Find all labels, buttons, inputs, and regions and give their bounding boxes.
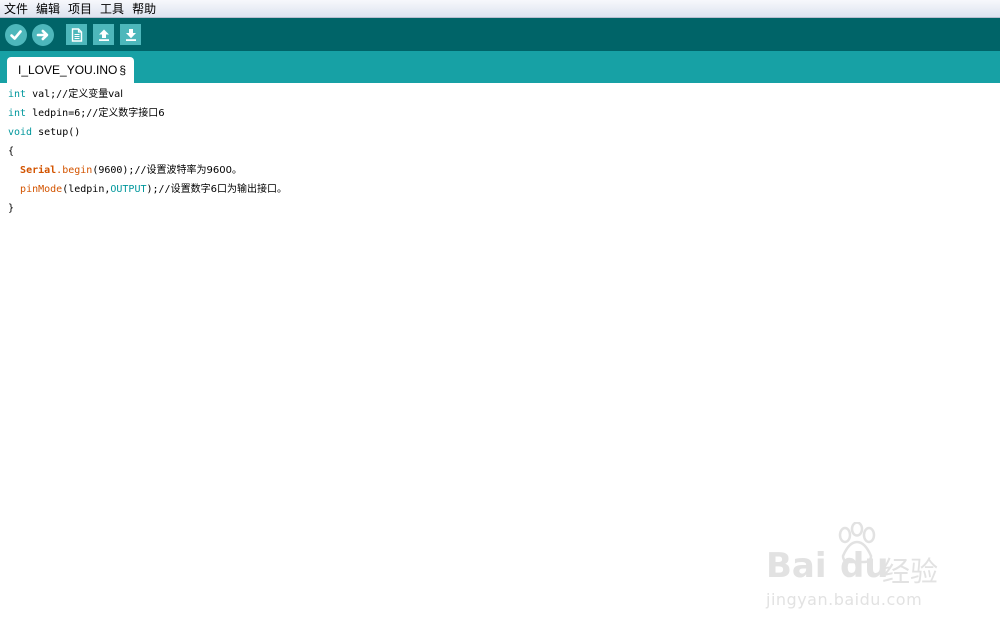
code-text: } — [8, 203, 15, 214]
code-text: (ledpin, — [62, 184, 111, 195]
code-line: } — [8, 199, 14, 218]
save-button[interactable] — [120, 24, 141, 45]
menu-sketch[interactable]: 项目 — [64, 1, 96, 17]
arduino-ide-window: 文件 编辑 项目 工具 帮助 I_LOVE_YOU.INO § int val;… — [0, 0, 1000, 632]
function-name: pinMode — [20, 184, 63, 195]
toolbar — [0, 18, 1000, 51]
code-line: int val;//定义变量val — [8, 85, 123, 104]
code-text: { — [8, 146, 15, 157]
constant: OUTPUT — [110, 184, 147, 195]
menu-help[interactable]: 帮助 — [128, 1, 160, 17]
keyword: int — [8, 89, 27, 100]
code-line: void setup() — [8, 123, 80, 142]
modified-marker: § — [119, 63, 127, 77]
menu-file[interactable]: 文件 — [0, 1, 32, 17]
tab-sketch-file[interactable]: I_LOVE_YOU.INO § — [7, 57, 135, 83]
keyword: void — [8, 127, 33, 138]
code-line: int ledpin=6;//定义数字接口6 — [8, 104, 165, 123]
upload-icon — [36, 29, 49, 41]
code-comment: 设置波特率为9600。 — [146, 165, 242, 176]
code-line: Serial.begin(9600);//设置波特率为9600。 — [8, 161, 242, 180]
menu-bar: 文件 编辑 项目 工具 帮助 — [0, 0, 1000, 18]
verify-icon — [10, 30, 22, 40]
verify-button[interactable] — [5, 24, 27, 46]
code-text: setup() — [32, 127, 81, 138]
function-name: begin — [62, 165, 93, 176]
save-icon — [125, 28, 136, 41]
new-icon — [71, 27, 82, 42]
keyword: int — [8, 108, 27, 119]
code-comment: 设置数字6口为输出接口。 — [170, 184, 287, 195]
code-text: val;// — [26, 89, 69, 100]
code-comment: 定义变量val — [68, 89, 124, 100]
new-button[interactable] — [66, 24, 87, 45]
code-text: ledpin=6;// — [26, 108, 99, 119]
code-line: { — [8, 142, 14, 161]
code-comment: 定义数字接口6 — [98, 108, 165, 119]
tab-label: I_LOVE_YOU.INO — [18, 63, 118, 77]
menu-tools[interactable]: 工具 — [96, 1, 128, 17]
tab-strip: I_LOVE_YOU.INO § — [0, 51, 1000, 83]
code-line: pinMode(ledpin,OUTPUT);//设置数字6口为输出接口。 — [8, 180, 287, 199]
code-text: (9600);// — [92, 165, 147, 176]
menu-edit[interactable]: 编辑 — [32, 1, 64, 17]
class-name: Serial — [20, 165, 57, 176]
code-editor[interactable]: int val;//定义变量val int ledpin=6;//定义数字接口6… — [0, 83, 1000, 632]
open-icon — [98, 29, 109, 41]
open-button[interactable] — [93, 24, 114, 45]
code-text: );// — [146, 184, 171, 195]
upload-button[interactable] — [32, 24, 54, 46]
